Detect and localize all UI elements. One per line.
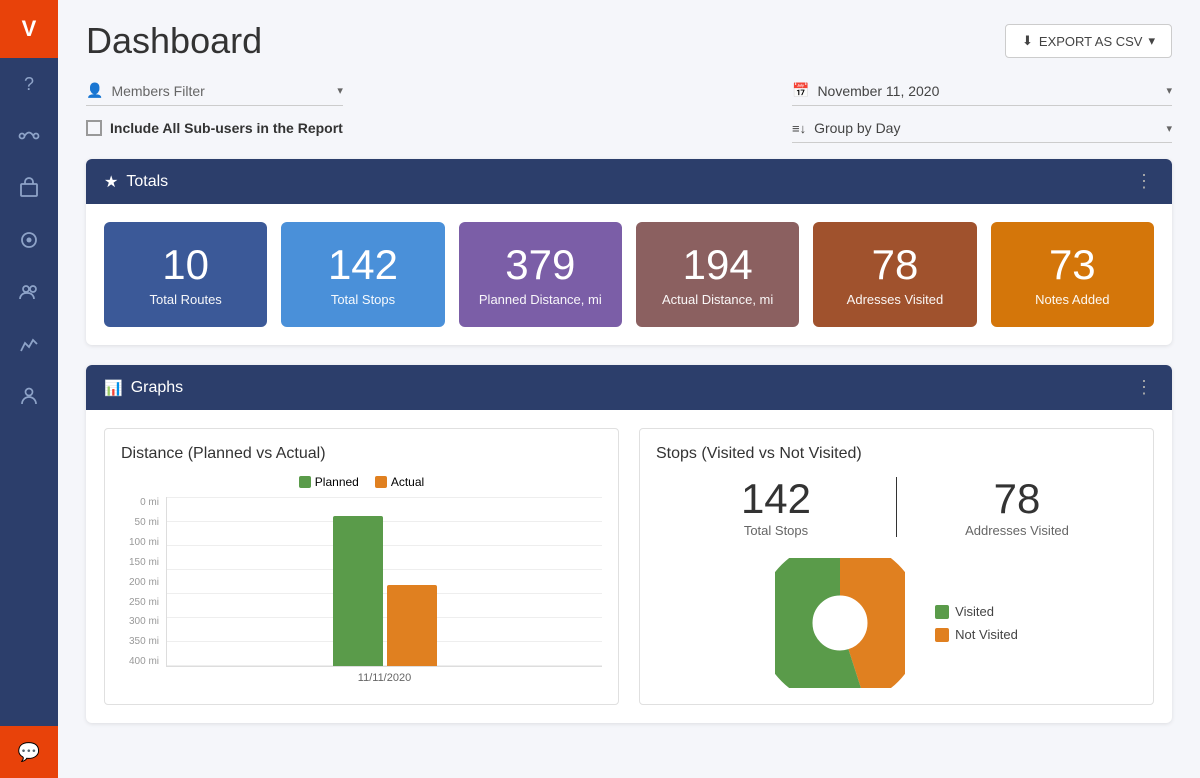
chat-icon: 💬 [18, 742, 40, 763]
chart-icon: 📊 [104, 379, 123, 397]
page-title: Dashboard [86, 20, 262, 62]
pie-area: Visited Not Visited [656, 558, 1137, 688]
person-icon: 👤 [86, 82, 103, 99]
pie-legend: Visited Not Visited [935, 604, 1018, 642]
graphs-section: 📊 Graphs ⋮ Distance (Planned vs Actual) … [86, 365, 1172, 723]
totals-menu-button[interactable]: ⋮ [1135, 171, 1154, 192]
date-filter-dropdown[interactable]: 📅 November 11, 2020 ▾ [792, 82, 1172, 106]
legend-actual: Actual [375, 475, 424, 489]
stat-label: Total Routes [114, 292, 257, 307]
group-icon: ≡↓ [792, 121, 806, 136]
totals-header: ★ Totals ⋮ [86, 159, 1172, 204]
visited-color-dot [935, 605, 949, 619]
bars-wrapper: 11/11/2020 [167, 497, 602, 666]
include-subusers-checkbox[interactable] [86, 120, 102, 136]
y-axis: 400 mi 350 mi 300 mi 250 mi 200 mi 150 m… [121, 497, 163, 667]
graphs-menu-button[interactable]: ⋮ [1135, 377, 1154, 398]
download-icon: ⬇ [1022, 33, 1033, 49]
stat-number: 78 [823, 242, 966, 288]
stat-label: Notes Added [1001, 292, 1144, 307]
filter-left: 👤 Members Filter ▾ Include All Sub-users… [86, 82, 343, 136]
include-subusers-row: Include All Sub-users in the Report [86, 120, 343, 136]
stat-number: 73 [1001, 242, 1144, 288]
sidebar: V ? 💬 [0, 0, 58, 778]
stat-number: 10 [114, 242, 257, 288]
stat-card: 379 Planned Distance, mi [459, 222, 622, 327]
chevron-down-icon: ▾ [1166, 84, 1172, 97]
total-stops-number: 142 [656, 475, 896, 523]
stops-stats: 142 Total Stops 78 Addresses Visited [656, 475, 1137, 538]
totals-section: ★ Totals ⋮ 10 Total Routes 142 Total Sto… [86, 159, 1172, 345]
group-by-dropdown[interactable]: ≡↓ Group by Day ▾ [792, 120, 1172, 143]
stat-card: 194 Actual Distance, mi [636, 222, 799, 327]
chevron-down-icon: ▾ [337, 84, 343, 97]
legend-planned: Planned [299, 475, 359, 489]
export-csv-button[interactable]: ⬇ EXPORT AS CSV ▾ [1005, 24, 1172, 58]
addresses-visited-number: 78 [897, 475, 1137, 523]
sidebar-item-routes[interactable] [0, 110, 58, 162]
addresses-visited-stat: 78 Addresses Visited [897, 475, 1137, 538]
graphs-body: Distance (Planned vs Actual) Planned Act… [86, 410, 1172, 723]
sidebar-item-help[interactable]: ? [0, 58, 58, 110]
main-content: Dashboard ⬇ EXPORT AS CSV ▾ 👤 Members Fi… [58, 0, 1200, 778]
distance-chart-title: Distance (Planned vs Actual) [121, 445, 602, 463]
sidebar-item-team[interactable] [0, 266, 58, 318]
planned-bar [333, 516, 383, 666]
stat-card: 73 Notes Added [991, 222, 1154, 327]
sidebar-item-orders[interactable] [0, 162, 58, 214]
pie-chart [775, 558, 905, 688]
legend-visited: Visited [935, 604, 1018, 619]
planned-color-dot [299, 476, 311, 488]
addresses-visited-label: Addresses Visited [897, 523, 1137, 538]
page-header: Dashboard ⬇ EXPORT AS CSV ▾ [86, 20, 1172, 62]
filters-row: 👤 Members Filter ▾ Include All Sub-users… [86, 82, 1172, 143]
stat-label: Total Stops [291, 292, 434, 307]
legend-not-visited: Not Visited [935, 627, 1018, 642]
calendar-icon: 📅 [792, 82, 809, 99]
stat-number: 379 [469, 242, 612, 288]
bar-chart-container: 400 mi 350 mi 300 mi 250 mi 200 mi 150 m… [121, 497, 602, 687]
distance-chart-panel: Distance (Planned vs Actual) Planned Act… [104, 428, 619, 705]
graphs-header: 📊 Graphs ⋮ [86, 365, 1172, 410]
chevron-down-icon: ▾ [1166, 122, 1172, 135]
app-logo[interactable]: V [0, 0, 58, 58]
stat-card: 10 Total Routes [104, 222, 267, 327]
stat-card: 142 Total Stops [281, 222, 444, 327]
totals-title: ★ Totals [104, 172, 168, 192]
stat-number: 194 [646, 242, 789, 288]
stat-label: Planned Distance, mi [469, 292, 612, 307]
members-filter-dropdown[interactable]: 👤 Members Filter ▾ [86, 82, 343, 106]
stops-chart-title: Stops (Visited vs Not Visited) [656, 445, 1137, 463]
actual-bar [387, 585, 437, 666]
sidebar-item-users[interactable] [0, 370, 58, 422]
totals-body: 10 Total Routes 142 Total Stops 379 Plan… [86, 204, 1172, 345]
stat-number: 142 [291, 242, 434, 288]
chat-button[interactable]: 💬 [0, 726, 58, 778]
stat-card: 78 Adresses Visited [813, 222, 976, 327]
graphs-title: 📊 Graphs [104, 379, 183, 397]
not-visited-color-dot [935, 628, 949, 642]
chevron-down-icon: ▾ [1148, 33, 1155, 49]
stat-label: Actual Distance, mi [646, 292, 789, 307]
filter-right: 📅 November 11, 2020 ▾ ≡↓ Group by Day ▾ [792, 82, 1172, 143]
stat-label: Adresses Visited [823, 292, 966, 307]
x-axis-label: 11/11/2020 [358, 672, 411, 684]
total-stops-stat: 142 Total Stops [656, 475, 896, 538]
chart-area: 11/11/2020 [166, 497, 602, 667]
actual-color-dot [375, 476, 387, 488]
bar-chart-legend: Planned Actual [121, 475, 602, 489]
bar-group-date: 11/11/2020 [333, 516, 437, 666]
sidebar-item-dispatch[interactable] [0, 214, 58, 266]
sidebar-item-analytics[interactable] [0, 318, 58, 370]
star-icon: ★ [104, 172, 118, 192]
stops-chart-panel: Stops (Visited vs Not Visited) 142 Total… [639, 428, 1154, 705]
total-stops-label: Total Stops [656, 523, 896, 538]
